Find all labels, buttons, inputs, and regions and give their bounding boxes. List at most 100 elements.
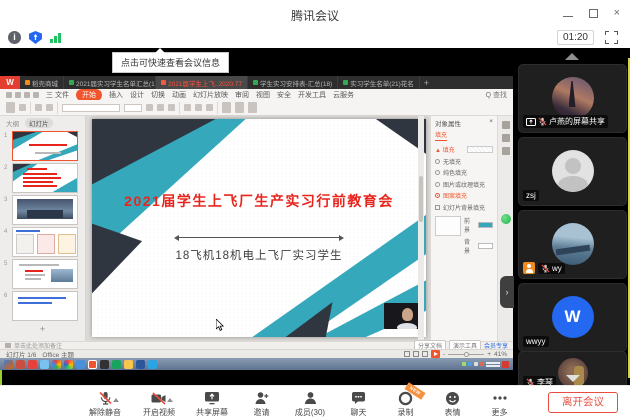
participant-tile-zsj[interactable]: zsj bbox=[518, 137, 627, 206]
menu-view[interactable]: 视图 bbox=[256, 90, 270, 100]
tray-alert-icon[interactable] bbox=[502, 361, 509, 368]
thumbnail-4[interactable]: 4 bbox=[0, 226, 85, 258]
view-sorter-icon[interactable] bbox=[413, 351, 419, 357]
align-center-icon[interactable] bbox=[195, 104, 202, 111]
taskbar-cloud-icon[interactable] bbox=[40, 360, 49, 369]
new-slide-icon[interactable] bbox=[35, 104, 42, 111]
zoom-out-button[interactable]: - bbox=[443, 351, 445, 358]
fullscreen-icon[interactable] bbox=[605, 31, 618, 44]
members-button[interactable]: 成员(30) bbox=[285, 387, 335, 417]
format-painter-icon[interactable] bbox=[19, 104, 26, 111]
play-slideshow-icon[interactable] bbox=[431, 350, 440, 358]
font-name-box[interactable] bbox=[62, 104, 120, 112]
font-size-box[interactable] bbox=[124, 104, 142, 112]
menu-security[interactable]: 安全 bbox=[277, 90, 291, 100]
participant-tile-wwyy[interactable]: W wwyy bbox=[518, 283, 627, 352]
wps-tab-docer[interactable]: 稻壳商城 bbox=[20, 76, 64, 89]
menu-insert[interactable]: 插入 bbox=[109, 90, 123, 100]
video-options-caret[interactable] bbox=[167, 398, 173, 402]
view-reading-icon[interactable] bbox=[422, 351, 428, 357]
mic-options-caret[interactable] bbox=[113, 398, 119, 402]
menu-file[interactable]: 三 文件 bbox=[46, 90, 69, 100]
taskbar-player-icon[interactable] bbox=[28, 360, 37, 369]
menu-design[interactable]: 设计 bbox=[130, 90, 144, 100]
align-left-icon[interactable] bbox=[184, 104, 191, 111]
collapse-up-arrow-icon[interactable] bbox=[565, 53, 579, 60]
collapse-down-arrow-icon[interactable] bbox=[566, 375, 580, 382]
taskbar-drive-icon[interactable] bbox=[76, 360, 85, 369]
leave-meeting-button[interactable]: 离开会议 bbox=[548, 392, 618, 413]
meeting-info-icon[interactable]: i bbox=[8, 31, 21, 44]
thumbnail-2[interactable]: 2 bbox=[0, 162, 85, 194]
zoom-slider[interactable] bbox=[448, 354, 484, 355]
paste-icon[interactable] bbox=[6, 102, 15, 113]
fill-option-background[interactable]: 幻灯片背景填充 bbox=[435, 203, 493, 212]
taskbar-tim-icon[interactable] bbox=[148, 360, 157, 369]
maximize-button[interactable] bbox=[589, 9, 598, 18]
background-color-swatch[interactable] bbox=[478, 243, 493, 249]
thumbnail-3[interactable]: 3 bbox=[0, 194, 85, 226]
wps-tab-sheet1[interactable]: 2021届实习学生名单汇总(16) bbox=[64, 76, 156, 89]
fill-option-pattern[interactable]: 图案填充 bbox=[435, 191, 493, 200]
minimize-button[interactable] bbox=[563, 16, 573, 18]
slide[interactable]: 2021届学生上飞厂生产实习行前教育会 18飞机18机电上飞厂实习学生 bbox=[92, 119, 426, 337]
underline-icon[interactable] bbox=[168, 104, 175, 111]
taskbar-colorwheel-icon[interactable] bbox=[64, 360, 73, 369]
fill-option-picture[interactable]: 图片或纹理填充 bbox=[435, 180, 493, 189]
thumbnail-5[interactable]: 5 bbox=[0, 258, 85, 290]
fill-tab[interactable]: 填充 bbox=[435, 130, 447, 141]
menu-slideshow[interactable]: 幻灯片放映 bbox=[193, 90, 228, 100]
menu-cloud[interactable]: 云服务 bbox=[333, 90, 354, 100]
wps-home-tab[interactable]: W bbox=[0, 76, 20, 89]
record-button[interactable]: NEW 录制 bbox=[382, 387, 429, 417]
emoji-button[interactable]: 表情 bbox=[429, 387, 476, 417]
start-video-button[interactable]: 开启视频 bbox=[132, 387, 186, 417]
menu-transition[interactable]: 切换 bbox=[151, 90, 165, 100]
menu-devtools[interactable]: 开发工具 bbox=[298, 90, 326, 100]
panel-tab-outline[interactable]: 大纲 bbox=[6, 118, 19, 128]
taskbar-chrome-icon[interactable] bbox=[52, 360, 61, 369]
menu-start[interactable]: 开始 bbox=[76, 89, 102, 101]
wps-tab-sheet3[interactable]: 实习学生名单(21)花名 bbox=[338, 76, 420, 89]
thumbnail-6[interactable]: 6 bbox=[0, 290, 85, 322]
taskbar-word-icon[interactable] bbox=[136, 360, 145, 369]
foreground-color-swatch[interactable] bbox=[478, 222, 493, 228]
panel-expand-tab[interactable]: › bbox=[500, 276, 514, 308]
notes-bar[interactable]: 单击此处添加备注 分享文档 演示工具 会员专享 bbox=[0, 341, 513, 349]
more-button[interactable]: 更多 bbox=[476, 387, 523, 417]
participant-tile-wy[interactable]: wy bbox=[518, 210, 627, 279]
share-screen-button[interactable]: 共享屏幕 bbox=[186, 387, 238, 417]
slide-scrollbar[interactable] bbox=[418, 116, 424, 341]
fill-option-solid[interactable]: 纯色填充 bbox=[435, 168, 493, 177]
taskbar-video-icon[interactable] bbox=[112, 360, 121, 369]
properties-close-icon[interactable]: × bbox=[489, 118, 493, 128]
panel-tab-slides[interactable]: 幻灯片 bbox=[25, 118, 53, 128]
textbox-icon[interactable] bbox=[248, 102, 257, 113]
picture-icon[interactable] bbox=[235, 102, 244, 113]
taskbar-capture-icon[interactable] bbox=[100, 360, 109, 369]
taskbar-folder-icon[interactable] bbox=[124, 360, 133, 369]
menu-find[interactable]: Q 查找 bbox=[486, 90, 507, 100]
bold-icon[interactable] bbox=[146, 104, 153, 111]
wps-tab-ppt-active[interactable]: 2021届学生上飞..2020.77 bbox=[156, 76, 248, 89]
zoom-in-button[interactable]: + bbox=[487, 351, 491, 358]
shapes-icon[interactable] bbox=[222, 102, 231, 113]
props-strip-icon-2[interactable] bbox=[502, 134, 510, 142]
wps-assistant-icon[interactable] bbox=[501, 214, 511, 224]
invite-button[interactable]: 邀请 bbox=[238, 387, 285, 417]
wps-new-tab-button[interactable]: + bbox=[420, 78, 433, 88]
props-strip-icon-1[interactable] bbox=[502, 121, 510, 129]
add-slide-button[interactable]: + bbox=[0, 322, 85, 334]
props-strip-icon-3[interactable] bbox=[502, 147, 510, 155]
taskbar-app-icon-1[interactable] bbox=[16, 360, 25, 369]
close-button[interactable]: × bbox=[614, 8, 620, 19]
bullets-icon[interactable] bbox=[206, 104, 213, 111]
menu-animation[interactable]: 动画 bbox=[172, 90, 186, 100]
wps-quick-access-icons[interactable] bbox=[6, 92, 39, 98]
unmute-button[interactable]: 解除静音 bbox=[78, 387, 132, 417]
layout-icon[interactable] bbox=[46, 104, 53, 111]
security-shield-icon[interactable] bbox=[29, 31, 42, 44]
wps-tab-sheet2[interactable]: 学生实习安排表-汇总(18) bbox=[248, 76, 338, 89]
taskbar-wps-icon[interactable] bbox=[88, 360, 97, 369]
menu-review[interactable]: 审阅 bbox=[235, 90, 249, 100]
